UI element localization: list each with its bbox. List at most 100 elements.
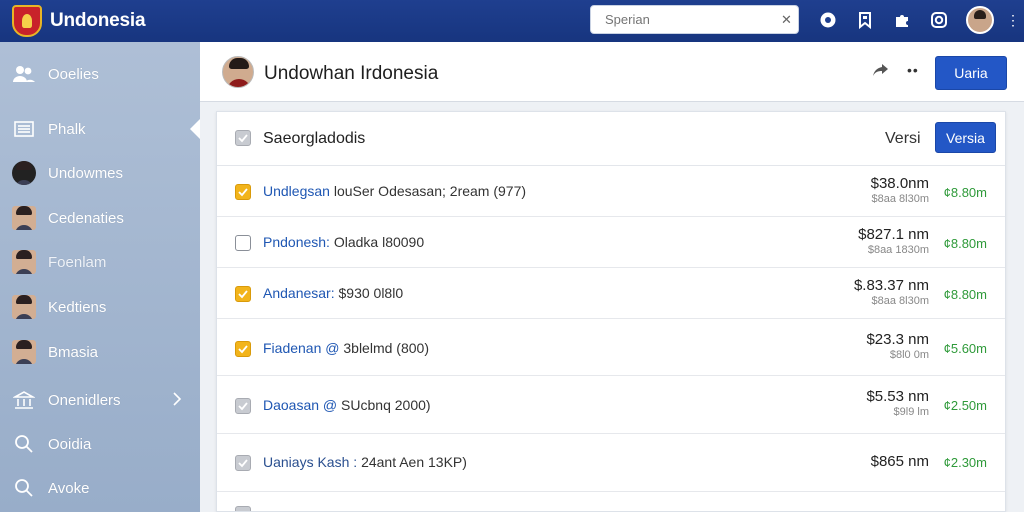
card-header: Saeorgladodis Versi Versia (217, 112, 1005, 166)
more-options-icon[interactable]: •• (907, 62, 919, 78)
sidebar: Ooelies Phalk Undowmes Cedenaties Foenla… (0, 42, 200, 512)
row-detail: Oladka l80090 (333, 234, 425, 250)
sidebar-item-label: Avoke (48, 479, 90, 497)
checkbox[interactable] (235, 235, 251, 251)
list-icon (12, 117, 36, 141)
avatar (12, 250, 36, 274)
price-sub: $8aa 8l30m (871, 193, 930, 205)
price-main: $.83.37 nm (853, 277, 929, 294)
checkbox[interactable] (235, 341, 251, 357)
row-delta: ¢8.80m (943, 236, 987, 251)
avatar (222, 56, 254, 88)
row-name[interactable]: Pndonesh: (263, 234, 330, 250)
search-box[interactable]: ✕ (590, 5, 799, 34)
table-row[interactable]: Undlegsan louSer Odesasan; 2ream (977) $… (217, 166, 1005, 217)
table-row[interactable]: Andanesar: $930 0l8l0 $.83.37 nm $8aa 8l… (217, 268, 1005, 319)
sidebar-item-label: Ooidia (48, 435, 92, 453)
sidebar-item-label: Phalk (48, 120, 86, 138)
sidebar-item-avoke[interactable]: Avoke (0, 468, 200, 508)
users-icon (12, 62, 36, 86)
search-icon (12, 432, 36, 456)
row-label: Undlegsan louSer Odesasan; 2ream (977) (263, 183, 526, 199)
puzzle-icon[interactable] (890, 8, 914, 32)
camera-icon[interactable] (927, 8, 951, 32)
row-price: $.83.37 nm $8aa 8l30m (854, 277, 929, 307)
sidebar-item-cedenaties[interactable]: Cedenaties (0, 198, 200, 238)
sidebar-item-kedtiens[interactable]: Kedtiens (0, 287, 200, 327)
price-main: $827.1 nm (858, 226, 929, 243)
avatar (12, 161, 36, 185)
price-sub: $8aa 1830m (867, 244, 929, 256)
row-label: Uaniays Kash : 24ant Aen 13KP) (263, 454, 467, 470)
avatar (12, 295, 36, 319)
header-action-button[interactable]: Uaria (935, 56, 1007, 90)
row-delta: ¢2.30m (943, 455, 987, 470)
row-price: $23.3 nm $8l0 0m (866, 331, 929, 361)
table-row[interactable]: Fiadenan @ 3blelmd (800) $23.3 nm $8l0 0… (217, 319, 1005, 376)
row-label: Andanesar: $930 0l8l0 (263, 285, 403, 301)
sidebar-item-onenidlers[interactable]: Onenidlers (0, 380, 200, 420)
row-name[interactable]: Undlegsan (263, 183, 330, 199)
table-row[interactable] (217, 492, 1005, 511)
price-main: $23.3 nm (866, 331, 929, 348)
row-name[interactable]: Fiadenan @ (263, 340, 339, 356)
price-main: $865 nm (870, 453, 929, 470)
sidebar-item-foenlam[interactable]: Foenlam (0, 242, 200, 282)
crest-logo-icon (12, 5, 42, 37)
row-name[interactable]: Uaniays Kash : (263, 454, 357, 470)
row-delta: ¢8.80m (943, 287, 987, 302)
vertical-dots-icon[interactable]: ⋮ (1006, 13, 1020, 27)
table-row[interactable]: Uaniays Kash : 24ant Aen 13KP) $865 nm ¢… (217, 434, 1005, 492)
row-detail: 3blelmd (800) (343, 340, 429, 356)
top-icons: ⋮ (816, 6, 1020, 34)
bookmark-icon[interactable] (853, 8, 877, 32)
table-row[interactable]: Pndonesh: Oladka l80090 $827.1 nm $8aa 1… (217, 217, 1005, 268)
checkbox[interactable] (235, 398, 251, 414)
page-header: Undowhan Irdonesia •• Uaria (200, 42, 1024, 102)
price-main: $38.0nm (870, 175, 929, 192)
user-avatar[interactable] (966, 6, 994, 34)
row-detail: 24ant Aen 13KP) (361, 454, 467, 470)
sidebar-item-label: Ooelies (48, 65, 99, 83)
row-delta: ¢5.60m (943, 341, 987, 356)
content-card: Saeorgladodis Versi Versia Undlegsan lou… (216, 111, 1006, 512)
sidebar-item-label: Undowmes (48, 164, 124, 182)
checkbox[interactable] (235, 506, 251, 511)
sidebar-item-ooidia[interactable]: Ooidia (0, 424, 200, 464)
versi-button[interactable]: Versia (935, 122, 996, 153)
avatar (12, 340, 36, 364)
sidebar-item-ooelies[interactable]: Ooelies (0, 54, 200, 94)
price-sub: $9l9 lm (893, 406, 929, 418)
row-detail: SUcbnq 2000) (341, 397, 431, 413)
brand[interactable]: Undonesia (0, 5, 300, 37)
row-name[interactable]: Daoasan @ (263, 397, 337, 413)
card-title: Saeorgladodis (263, 130, 366, 147)
price-sub: $8aa 8l30m (871, 295, 930, 307)
search-input[interactable] (605, 12, 781, 27)
checkbox[interactable] (235, 286, 251, 302)
checkbox[interactable] (235, 184, 251, 200)
checkbox[interactable] (235, 130, 251, 146)
versi-label: Versi (885, 130, 921, 147)
price-sub: $8l0 0m (889, 349, 929, 361)
row-delta: ¢8.80m (943, 185, 987, 200)
checkbox[interactable] (235, 455, 251, 471)
row-price: $827.1 nm $8aa 1830m (858, 226, 929, 256)
clear-search-icon[interactable]: ✕ (781, 12, 792, 28)
sidebar-item-label: Foenlam (48, 253, 107, 271)
row-price: $38.0nm $8aa 8l30m (871, 175, 929, 205)
search-icon (12, 476, 36, 500)
row-detail: $930 0l8l0 (338, 285, 404, 301)
row-label: Pndonesh: Oladka l80090 (263, 234, 424, 250)
record-icon[interactable] (816, 8, 840, 32)
sidebar-item-bmasia[interactable]: Bmasia (0, 332, 200, 372)
row-price: $865 nm (871, 453, 929, 471)
sidebar-item-phalk[interactable]: Phalk (0, 109, 200, 149)
row-name[interactable]: Andanesar: (263, 285, 335, 301)
share-icon[interactable] (872, 62, 890, 83)
row-detail: louSer Odesasan; 2ream (977) (333, 183, 527, 199)
sidebar-item-undowmes[interactable]: Undowmes (0, 153, 200, 193)
chevron-right-icon (172, 391, 182, 412)
table-row[interactable]: Daoasan @ SUcbnq 2000) $5.53 nm $9l9 lm … (217, 376, 1005, 434)
avatar (12, 206, 36, 230)
